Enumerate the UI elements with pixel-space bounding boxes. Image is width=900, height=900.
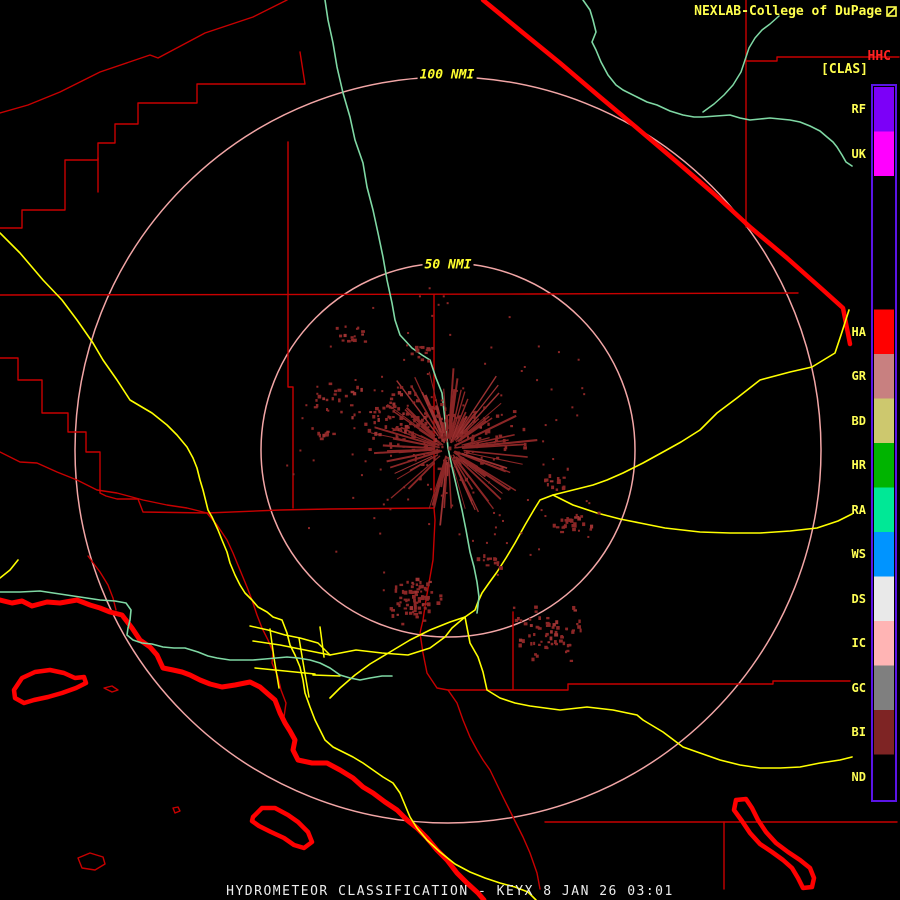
site-title: NEXLAB-College of DuPage [694,4,897,19]
legend-label-RF: RF [852,102,866,116]
legend-label-WS: WS [852,547,866,561]
legend-label-BD: BD [852,414,866,428]
legend-swatch-RA [874,488,894,533]
legend-swatch-GR [874,354,894,399]
legend-label-DS: DS [852,592,866,606]
legend-label-GR: GR [852,369,866,383]
island-outline [14,670,86,703]
island-outline [173,807,180,813]
legend-swatch-WS [874,532,894,577]
legend-label-GC: GC [852,681,866,695]
road [313,675,340,676]
radar-echoes [286,287,600,662]
river [703,16,779,112]
road [0,560,18,578]
island-outline [104,686,118,692]
site-title-text: NEXLAB-College of DuPage [694,4,882,19]
legend-swatch-blank [874,176,894,221]
road [255,668,315,674]
island-outline [78,853,105,870]
legend-label-HR: HR [852,458,866,472]
legend-swatch-DS [874,577,894,622]
legend-swatch-RF [874,87,894,132]
legend-swatch-BI [874,710,894,755]
legend-label-IC: IC [852,636,866,650]
island-outline [734,799,814,888]
product-tag: [CLAS] [821,62,868,77]
county-line [0,52,305,228]
legend-swatch-HA [874,310,894,355]
legend-swatch-BD [874,399,894,444]
radar-map-canvas [0,0,900,900]
county-line [0,452,289,728]
road [330,617,465,698]
range-ring-label-50nmi: 50 NMI [423,259,474,272]
legend-swatch-IC [874,621,894,666]
legend-swatch-HR [874,443,894,488]
coastline [0,600,484,900]
legend-label-UK: UK [852,147,866,161]
product-code: HHC [868,49,891,64]
road [250,626,330,655]
legend-swatch-blank [874,221,894,266]
legend-swatch-ND [874,755,894,800]
river [583,0,852,166]
county-line [448,681,850,690]
island-outline [252,808,312,848]
dupage-logo-icon [886,6,897,17]
radar-display: NEXLAB-College of DuPage HHC [CLAS] 50 N… [0,0,900,900]
legend-swatch-UK [874,132,894,177]
county-line [0,0,287,113]
county-line [288,142,293,508]
legend-label-ND: ND [852,770,866,784]
road [330,617,465,655]
county-line [0,358,434,513]
road [465,310,849,617]
legend-label-RA: RA [852,503,866,517]
legend-swatch-GC [874,666,894,711]
river [325,0,479,613]
legend-label-BI: BI [852,725,866,739]
legend-label-HA: HA [852,325,866,339]
road [0,233,536,900]
county-line [0,293,798,295]
legend-swatch-blank [874,265,894,310]
range-ring-label-100nmi: 100 NMI [418,69,477,82]
product-caption: HYDROMETEOR CLASSIFICATION - KEYX 8 JAN … [226,884,674,899]
